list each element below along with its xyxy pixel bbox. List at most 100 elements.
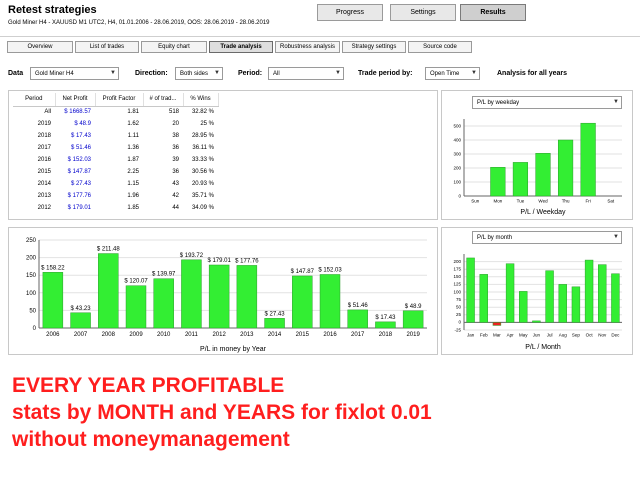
- table-row[interactable]: 2017 $ 51.46 1.36 36 36.11 %: [13, 142, 218, 154]
- trades-cell: 39: [172, 157, 179, 163]
- weekday-chart-select[interactable]: P/L by weekday ▼: [472, 96, 622, 109]
- y-tick-label: 250: [26, 238, 37, 244]
- chevron-down-icon: ▼: [613, 234, 619, 240]
- net-profit-cell: $ 48.9: [74, 121, 91, 127]
- bar: [42, 272, 64, 329]
- net-profit-cell: $ 1668.57: [64, 109, 91, 116]
- x-tick-label: Mon: [493, 199, 502, 204]
- column-header-net-profit[interactable]: Net Profit: [55, 93, 96, 107]
- data-select[interactable]: Gold Miner H4 ▼: [30, 67, 119, 80]
- bar: [98, 253, 119, 329]
- x-tick-label: Dec: [611, 333, 620, 338]
- weekday-chart-panel: P/L by weekday ▼ 0 100 200 300 400 500 Sun Mon T…: [441, 90, 633, 220]
- tab-list-of-trades[interactable]: List of trades: [75, 41, 139, 53]
- y-tick-label: -25: [454, 327, 461, 332]
- y-tick-label: 100: [453, 289, 461, 294]
- table-row[interactable]: 2015 $ 147.87 2.25 36 30.56 %: [13, 166, 218, 178]
- y-tick-label: 75: [456, 297, 462, 302]
- weekday-pl-chart: 0 100 200 300 400 500 Sun Mon Tue Wed Thu Fri Sat P/L…: [453, 119, 622, 216]
- bar: [584, 259, 594, 323]
- month-chart-panel: P/L by month ▼ -25 0 25 50 75 100 125 150 175 200…: [441, 227, 633, 355]
- bar: [375, 321, 396, 329]
- wins-cell: 34.09 %: [191, 205, 214, 211]
- bar: [70, 312, 91, 329]
- table-row[interactable]: 2013 $ 177.76 1.96 42 35.71 %: [13, 190, 218, 202]
- data-label: $ 147.87: [291, 269, 315, 275]
- data-label: $ 51.46: [348, 303, 369, 309]
- x-tick-label: Sat: [607, 199, 615, 204]
- column-header-period[interactable]: Period: [13, 93, 56, 107]
- x-tick-label: Jun: [533, 333, 541, 338]
- x-tick-label: 2006: [46, 332, 60, 338]
- chevron-down-icon: ▼: [471, 70, 477, 76]
- results-button[interactable]: Results: [460, 4, 526, 21]
- net-profit-cell: $ 177.76: [67, 193, 91, 199]
- bar: [153, 278, 174, 329]
- tab-robustness-analysis[interactable]: Robustness analysis: [275, 41, 340, 53]
- period-cell: 2015: [37, 169, 51, 175]
- trades-cell: 38: [172, 133, 179, 139]
- wins-cell: 35.71 %: [191, 193, 214, 199]
- table-row[interactable]: 2018 $ 17.43 1.11 38 28.95 %: [13, 130, 218, 142]
- y-tick-label: 50: [456, 304, 462, 309]
- net-profit-cell: $ 152.03: [67, 157, 91, 163]
- tab-equity-chart[interactable]: Equity chart: [141, 41, 207, 53]
- column-header-trades[interactable]: # of trad...: [143, 93, 184, 107]
- table-row[interactable]: 2014 $ 27.43 1.15 43 20.93 %: [13, 178, 218, 190]
- tab-overview[interactable]: Overview: [7, 41, 73, 53]
- table-header-row: Period Net Profit Profit Factor # of tra…: [13, 93, 219, 107]
- trades-cell: 20: [172, 121, 179, 127]
- wins-cell: 33.33 %: [191, 157, 214, 163]
- column-header-wins[interactable]: % Wins: [183, 93, 219, 107]
- table-row[interactable]: All $ 1668.57 1.81 518 32.82 %: [13, 106, 218, 118]
- trades-cell: 518: [168, 109, 179, 116]
- x-tick-label: Jul: [547, 333, 553, 338]
- tab-strategy-settings[interactable]: Strategy settings: [342, 41, 406, 53]
- y-tick-label: 0: [33, 326, 37, 332]
- progress-button[interactable]: Progress: [317, 4, 383, 21]
- period-cell: 2014: [37, 181, 51, 187]
- net-profit-cell: $ 147.87: [67, 169, 91, 175]
- trades-cell: 42: [172, 193, 179, 199]
- data-label: $ 177.76: [235, 258, 259, 264]
- x-tick-label: Nov: [598, 333, 607, 338]
- direction-select[interactable]: Both sides ▼: [175, 67, 223, 80]
- stats-table: Period Net Profit Profit Factor # of tra…: [13, 93, 219, 214]
- table-row[interactable]: 2012 $ 179.01 1.85 44 34.09 %: [13, 202, 218, 214]
- net-profit-cell: $ 51.46: [70, 145, 91, 151]
- settings-button[interactable]: Settings: [390, 4, 456, 21]
- wins-cell: 30.56 %: [191, 169, 214, 175]
- trade-period-select[interactable]: Open Time ▼: [425, 67, 480, 80]
- data-label: $ 17.43: [375, 315, 396, 321]
- y-tick-label: 175: [453, 266, 461, 271]
- profit-factor-cell: 2.25: [127, 169, 139, 175]
- chevron-down-icon: ▼: [335, 70, 341, 76]
- period-select-value: All: [273, 70, 280, 77]
- chevron-down-icon: ▼: [613, 99, 619, 105]
- wins-cell: 32.82 %: [191, 109, 214, 116]
- period-cell: 2012: [37, 205, 51, 211]
- tab-trade-analysis[interactable]: Trade analysis: [209, 41, 273, 53]
- x-tick-label: 2007: [74, 332, 88, 338]
- x-tick-label: Wed: [538, 199, 548, 204]
- data-label: $ 43.23: [71, 306, 92, 312]
- wins-cell: 28.95 %: [191, 133, 214, 139]
- y-tick-label: 400: [453, 137, 461, 142]
- month-chart-select[interactable]: P/L by month ▼: [472, 231, 622, 244]
- period-select[interactable]: All ▼: [268, 67, 344, 80]
- wins-cell: 20.93 %: [191, 181, 214, 187]
- tab-source-code[interactable]: Source code: [408, 41, 472, 53]
- net-profit-cell: $ 179.01: [67, 205, 91, 211]
- x-tick-label: 2019: [406, 332, 420, 338]
- x-tick-label: 2009: [129, 332, 143, 338]
- wins-cell: 25 %: [200, 121, 214, 127]
- x-tick-label: 2018: [379, 332, 393, 338]
- table-row[interactable]: 2019 $ 48.9 1.62 20 25 %: [13, 118, 218, 130]
- x-tick-label: 2015: [296, 332, 310, 338]
- bar: [512, 162, 529, 197]
- y-tick-label: 200: [453, 259, 461, 264]
- column-header-profit-factor[interactable]: Profit Factor: [95, 93, 144, 107]
- tab-bar: Overview List of trades Equity chart Tra…: [0, 36, 640, 56]
- direction-label: Direction:: [135, 70, 168, 77]
- table-row[interactable]: 2016 $ 152.03 1.87 39 33.33 %: [13, 154, 218, 166]
